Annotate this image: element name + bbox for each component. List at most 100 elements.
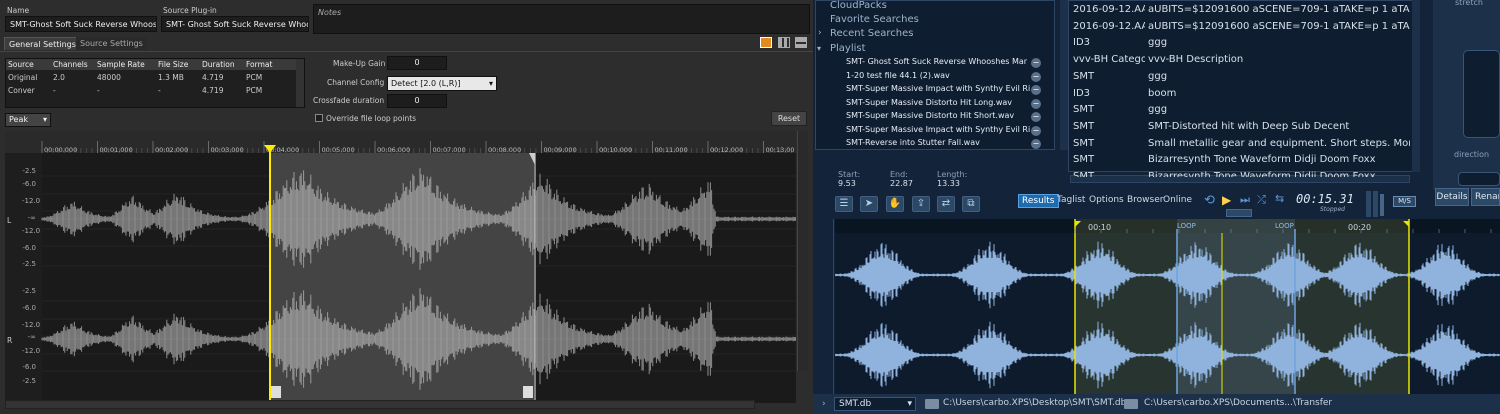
details-button[interactable]: Details (1435, 188, 1469, 206)
layout-view-icon[interactable] (760, 37, 772, 48)
loop-icon[interactable]: ⟲ (1204, 193, 1215, 208)
rows-view-icon[interactable] (795, 37, 807, 48)
metadata-key[interactable]: SMT (1073, 138, 1145, 149)
metadata-key[interactable]: 2016-09-12.AA (1073, 21, 1145, 32)
drag-hand-icon[interactable]: ✋ (886, 196, 904, 212)
metadata-value[interactable]: ggg (1148, 37, 1410, 48)
remove-icon[interactable]: − (1031, 98, 1041, 109)
metadata-value[interactable]: Bizarresynth Tone Waveform Didji Doom Fo… (1148, 154, 1410, 165)
horizontal-scrollbar[interactable] (5, 400, 755, 409)
stretch-pad[interactable] (1463, 50, 1500, 138)
waveform-preview[interactable]: 00:10 00:20 LOOP LOOP (835, 219, 1500, 394)
tab-options[interactable]: Options (1086, 194, 1127, 206)
crossfade-input[interactable]: 0 (387, 94, 447, 108)
override-loop-checkbox[interactable] (315, 114, 323, 122)
table-header-cell[interactable]: Channels (53, 60, 88, 69)
makeup-gain-input[interactable]: 0 (387, 56, 447, 70)
metadata-key[interactable]: vvv-BH Categor (1073, 54, 1145, 65)
playlist-item[interactable]: SMT-Reverse into Stutter Fall.wav (846, 138, 980, 147)
tree-item[interactable]: Playlist (830, 43, 866, 54)
table-header-cell[interactable]: Duration (202, 60, 235, 69)
metadata-key[interactable]: ID3 (1073, 88, 1145, 99)
vertical-zoom-scrollbar[interactable] (797, 131, 808, 371)
chevron-right-icon[interactable]: › (818, 28, 822, 38)
shuffle-icon[interactable]: ⤮ (1257, 193, 1266, 207)
playlist-item[interactable]: 1-20 test file 44.1 (2).wav (846, 71, 950, 80)
direction-control[interactable] (1458, 172, 1500, 186)
metadata-value[interactable]: Small metallic gear and equipment. Short… (1148, 138, 1410, 149)
volume-slider[interactable] (1380, 194, 1384, 216)
rename-button[interactable]: Renam (1471, 188, 1500, 206)
metadata-key[interactable]: SMT (1073, 154, 1145, 165)
end-value: 22.87 (890, 179, 913, 188)
play-selection-icon[interactable]: ⏭ (1240, 193, 1250, 207)
metadata-value[interactable]: boom (1148, 88, 1410, 99)
metadata-value[interactable]: vvv-BH Description (1148, 54, 1410, 65)
playlist-item[interactable]: SMT-Super Massive Distorto Hit Long.wav (846, 98, 1012, 107)
remove-icon[interactable]: − (1031, 125, 1041, 136)
chevron-down-icon[interactable]: ▾ (817, 44, 821, 53)
source-plugin-field[interactable]: SMT- Ghost Soft Suck Reverse Whoos (161, 16, 309, 32)
metadata-value[interactable]: Bizarresynth Tone Waveform Didji Doom Fo… (1148, 171, 1410, 177)
path-transfer[interactable]: C:\Users\carbo.XPS\Documents...\Transfer (1144, 398, 1332, 408)
table-cell: 2.0 (53, 73, 65, 82)
table-header-cell[interactable]: Source (8, 60, 34, 69)
metadata-value[interactable]: aUBITS=$12091600 aSCENE=709-1 aTAKE=p 1 … (1148, 4, 1410, 15)
db-scale-label: -6.0 (22, 180, 36, 188)
tree-item[interactable]: Recent Searches (830, 28, 913, 39)
path-database[interactable]: C:\Users\carbo.XPS\Desktop\SMT\SMT.db (943, 398, 1126, 408)
peak-select[interactable]: Peak ▾ (5, 113, 51, 127)
notes-field[interactable]: Notes (313, 4, 810, 34)
auto-play-icon[interactable]: ⇆ (1275, 192, 1284, 205)
playlist-item[interactable]: SMT-Super Massive Distorto Hit Short.wav (846, 111, 1014, 120)
metadata-value[interactable]: ggg (1148, 104, 1410, 115)
metadata-key[interactable]: ID3 (1073, 37, 1145, 48)
tree-item[interactable]: CloudPacks (830, 0, 887, 11)
metadata-key[interactable]: SMT (1073, 104, 1145, 115)
waveform-editor[interactable]: 00:00.000 00:01.000 00:02.000 00:03.000 00:0… (5, 131, 796, 403)
table-header-cell[interactable]: File Size (158, 60, 188, 69)
remove-icon[interactable]: − (1031, 85, 1041, 95)
metadata-value[interactable]: ggg (1148, 71, 1410, 82)
remove-icon[interactable]: − (1031, 112, 1041, 122)
playlist-item[interactable]: SMT-Super Massive Impact with Synthy Evi… (846, 125, 1030, 134)
tab-results[interactable]: Results (1018, 194, 1059, 208)
channel-config-select[interactable]: Detect [2.0 (L,R)] ▾ (387, 76, 497, 91)
tree-scrollbar[interactable] (1060, 0, 1068, 150)
metadata-key[interactable]: SMT (1073, 121, 1145, 132)
export-icon[interactable]: ⇪ (912, 196, 930, 212)
metadata-key[interactable]: 2016-09-12.AA (1073, 4, 1145, 15)
batch-icon[interactable]: ⧉ (962, 196, 980, 212)
transfer-icon[interactable]: ⇄ (937, 196, 955, 212)
metadata-scrollbar[interactable] (1412, 0, 1420, 172)
tab-general-settings[interactable]: General Settings (4, 37, 81, 50)
metadata-value[interactable]: aUBITS=$12091600 aSCENE=709-1 aTAKE=p 1 … (1148, 21, 1410, 32)
metadata-key[interactable]: SMT (1073, 71, 1145, 82)
columns-view-icon[interactable] (778, 37, 790, 48)
chevron-right-icon[interactable]: › (822, 399, 826, 409)
table-scrollbar[interactable] (296, 59, 304, 107)
playlist-item[interactable]: SMT- Ghost Soft Suck Reverse Whooshes Ma… (846, 57, 1027, 66)
table-header-cell[interactable]: Format (246, 60, 272, 69)
tab-taglist[interactable]: Taglist (1054, 194, 1088, 206)
ms-toggle[interactable]: M/S (1393, 196, 1416, 207)
database-select[interactable]: SMT.db ▾ (834, 397, 916, 411)
name-field[interactable]: SMT-Ghost Soft Suck Reverse Whoosh (5, 16, 157, 32)
reset-button[interactable]: Reset (771, 111, 807, 126)
remove-icon[interactable]: − (1031, 139, 1041, 149)
pitch-slider[interactable] (1226, 209, 1252, 217)
remove-icon[interactable]: − (1031, 58, 1041, 68)
remove-icon[interactable]: − (1031, 71, 1041, 82)
metadata-key[interactable]: SMT (1073, 171, 1145, 177)
metadata-value[interactable]: SMT-Distorted hit with Deep Sub Decent (1148, 121, 1410, 132)
tree-item[interactable]: Favorite Searches (830, 14, 919, 25)
playlist-add-icon[interactable]: ☰ (835, 196, 853, 212)
table-header-cell[interactable]: Sample Rate (97, 60, 145, 69)
level-meter-r (1373, 191, 1378, 217)
tab-online[interactable]: Online (1160, 194, 1195, 206)
db-scale-label: -12.0 (22, 321, 41, 329)
tab-source-settings[interactable]: Source Settings (76, 37, 147, 50)
play-icon[interactable]: ▶ (1222, 193, 1231, 207)
cursor-icon[interactable]: ➤ (860, 196, 878, 212)
playlist-item[interactable]: SMT-Super Massive Impact with Synthy Evi… (846, 84, 1030, 93)
